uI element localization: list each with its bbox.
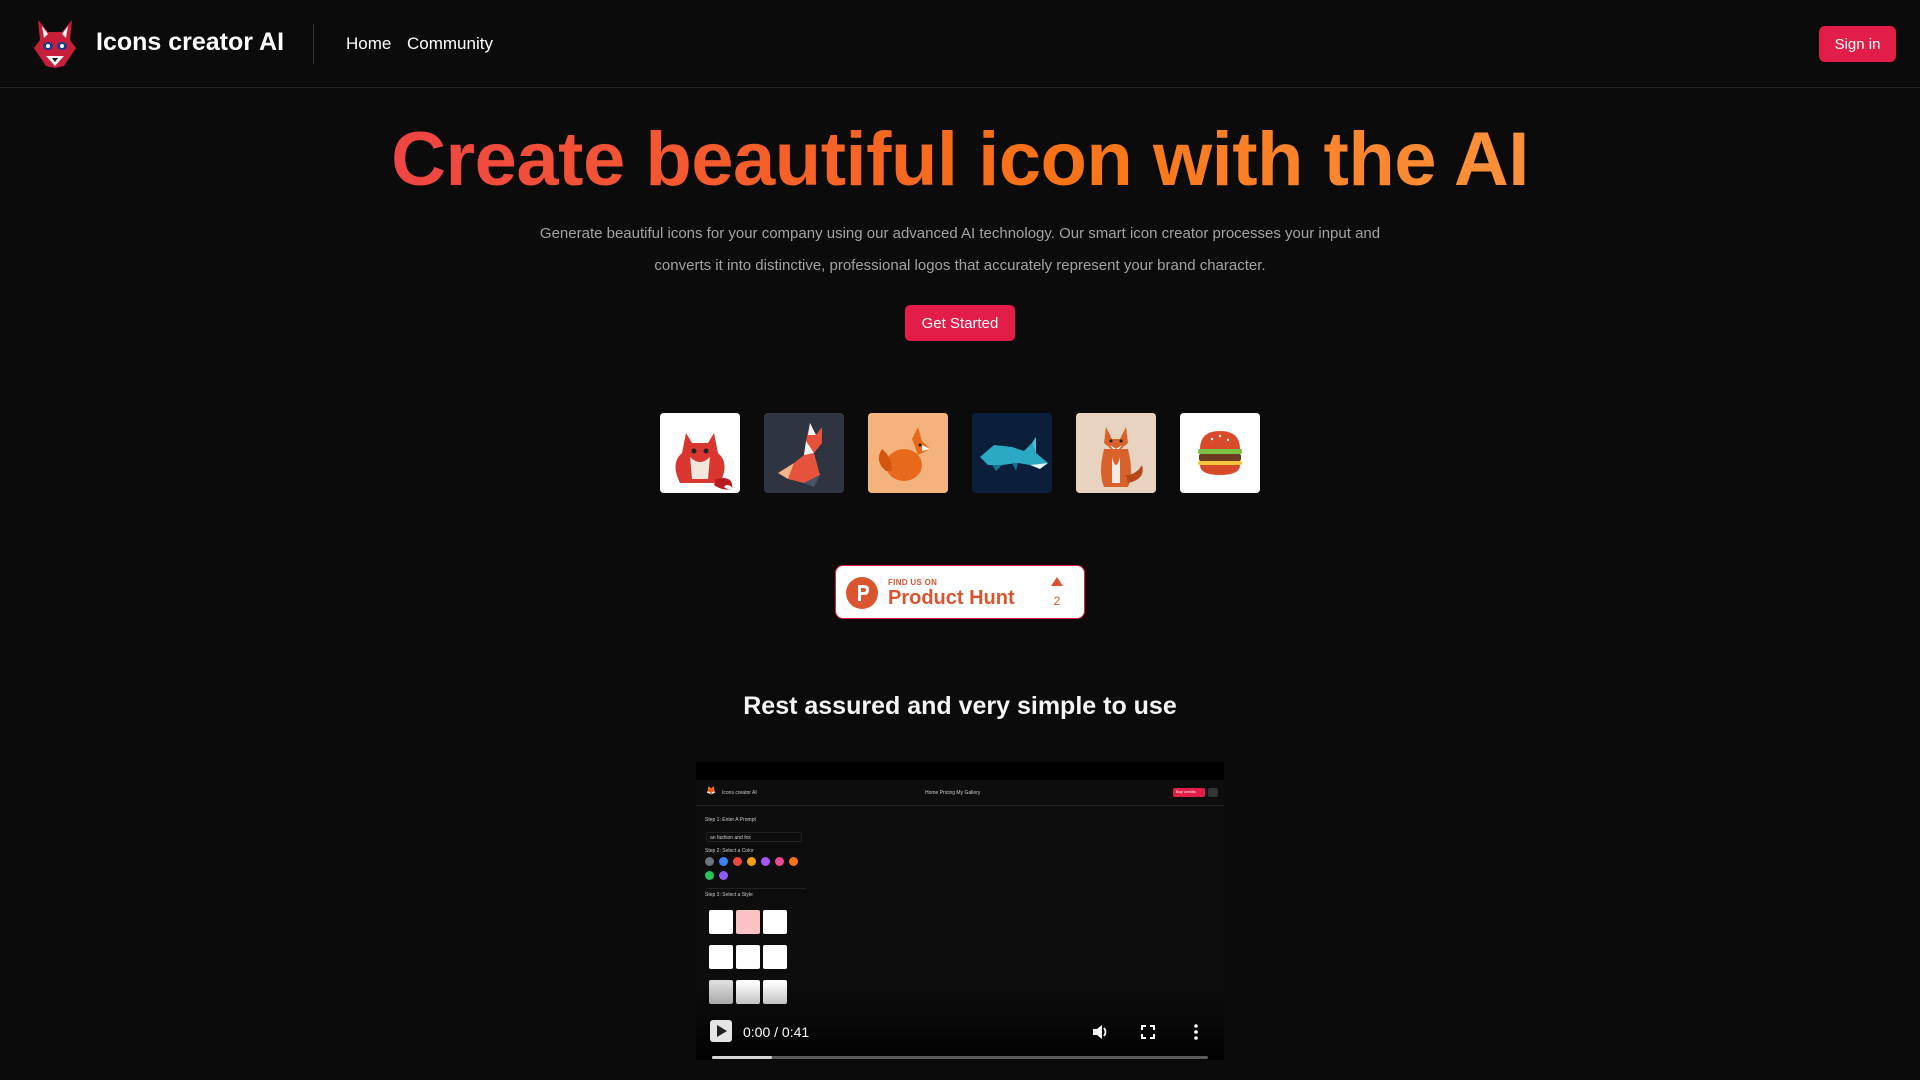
fullscreen-icon[interactable] [1138,1022,1158,1042]
orange-fox-icon [868,413,948,493]
video-color-swatch [775,857,784,866]
video-style-card [736,945,760,969]
example-icons-gallery [660,413,1260,493]
nav-community-link[interactable]: Community [407,34,493,54]
hero-title: Create beautiful icon with the AI [0,116,1920,203]
demo-video-player[interactable]: 🦊 Icons creator AI Home Pricing My Galle… [696,762,1224,1060]
video-time: 0:00 / 0:41 [743,1024,810,1040]
more-options-icon[interactable] [1186,1022,1206,1042]
video-avatar [1208,788,1218,797]
blue-fox-icon [972,413,1052,493]
upvote-count: 2 [1053,594,1061,608]
play-icon[interactable] [710,1020,732,1042]
nav-home-link[interactable]: Home [346,34,391,54]
sitting-fox-icon [1076,413,1156,493]
volume-icon[interactable] [1090,1022,1110,1042]
video-color-swatch [719,857,728,866]
video-step2-label: Step 2: Select a Color [705,848,754,854]
video-app-header: 🦊 Icons creator AI Home Pricing My Galle… [696,780,1224,806]
video-progress-fill [712,1056,772,1059]
video-color-swatch [705,857,714,866]
burger-icon [1180,413,1260,493]
hero-description: Generate beautiful icons for your compan… [539,225,1381,274]
video-style-card [763,910,787,934]
video-logo-icon: 🦊 [706,786,716,795]
top-navbar: Icons creator AI Home Community Sign in [0,0,1920,88]
video-step1-label: Step 1: Enter A Prompt [705,817,756,823]
upvote-arrow-icon [1051,577,1063,586]
video-style-card [736,910,760,934]
fox-head-logo-icon[interactable] [34,18,76,70]
video-style-card [709,910,733,934]
nav-divider [313,24,314,64]
video-color-swatch [761,857,770,866]
video-style-card [709,945,733,969]
video-buy-credits-label: Buy credits [1176,789,1196,794]
video-buy-credits-pill: Buy credits [1173,788,1205,797]
video-color-swatch [719,871,728,880]
video-brand: Icons creator AI [722,790,757,796]
red-fox-cartoon-icon [660,413,740,493]
video-color-swatch [747,857,756,866]
product-hunt-name: Product Hunt [888,587,1015,609]
brand-name[interactable]: Icons creator AI [96,28,284,57]
video-prompt-value: an fashion and fox [710,835,751,841]
sign-in-button[interactable]: Sign in [1819,26,1896,62]
video-prompt-input: an fashion and fox [706,832,802,842]
video-progress-bar[interactable] [712,1056,1208,1059]
get-started-button[interactable]: Get Started [905,305,1015,341]
product-hunt-find-label: FIND US ON [888,578,938,587]
polygon-fox-icon [764,413,844,493]
product-hunt-logo-icon [846,577,878,609]
section-title: Rest assured and very simple to use [743,692,1177,720]
product-hunt-badge[interactable]: FIND US ON Product Hunt 2 [835,565,1085,619]
video-style-card [763,945,787,969]
video-step3-label: Step 3: Select a Style [705,892,753,898]
video-color-swatch [789,857,798,866]
video-controls: 0:00 / 0:41 [696,982,1224,1060]
video-nav: Home Pricing My Gallery [925,790,981,796]
video-color-swatch [733,857,742,866]
video-color-swatch [705,871,714,880]
video-divider [706,888,806,889]
